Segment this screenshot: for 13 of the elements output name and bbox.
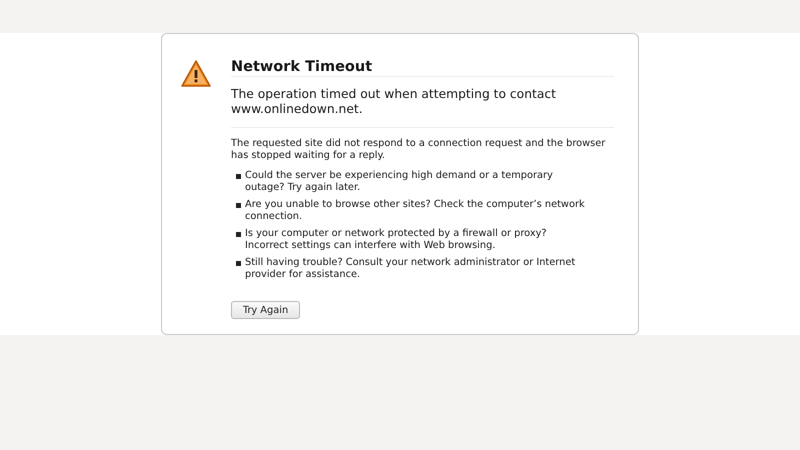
error-summary: The operation timed out when attempting to contact www.onlinedown.net. [231,87,614,128]
suggestion-text: Still having trouble? Consult your network administrator or Internet provider for assistance. [245,257,576,281]
bullet-icon [236,232,241,237]
bullet-icon [236,174,241,179]
suggestion-text: Could the server be experiencing high demand or a temporary outage? Try again later. [245,170,554,194]
bullet-icon [236,261,241,266]
suggestion-text: Is your computer or network protected by a firewall or proxy? Incorrect settings can interfere with Web browsing. [245,228,548,252]
error-title: Network Timeout [231,59,614,77]
bullet-icon [236,203,241,208]
error-description: The requested site did not respond to a connection request and the browser has stopped waiting for a reply. [231,138,606,162]
try-again-button[interactable]: Try Again [231,301,300,319]
suggestion-text: Are you unable to browse other sites? Check the computer’s network connection. [245,199,585,223]
warning-icon [181,60,211,88]
